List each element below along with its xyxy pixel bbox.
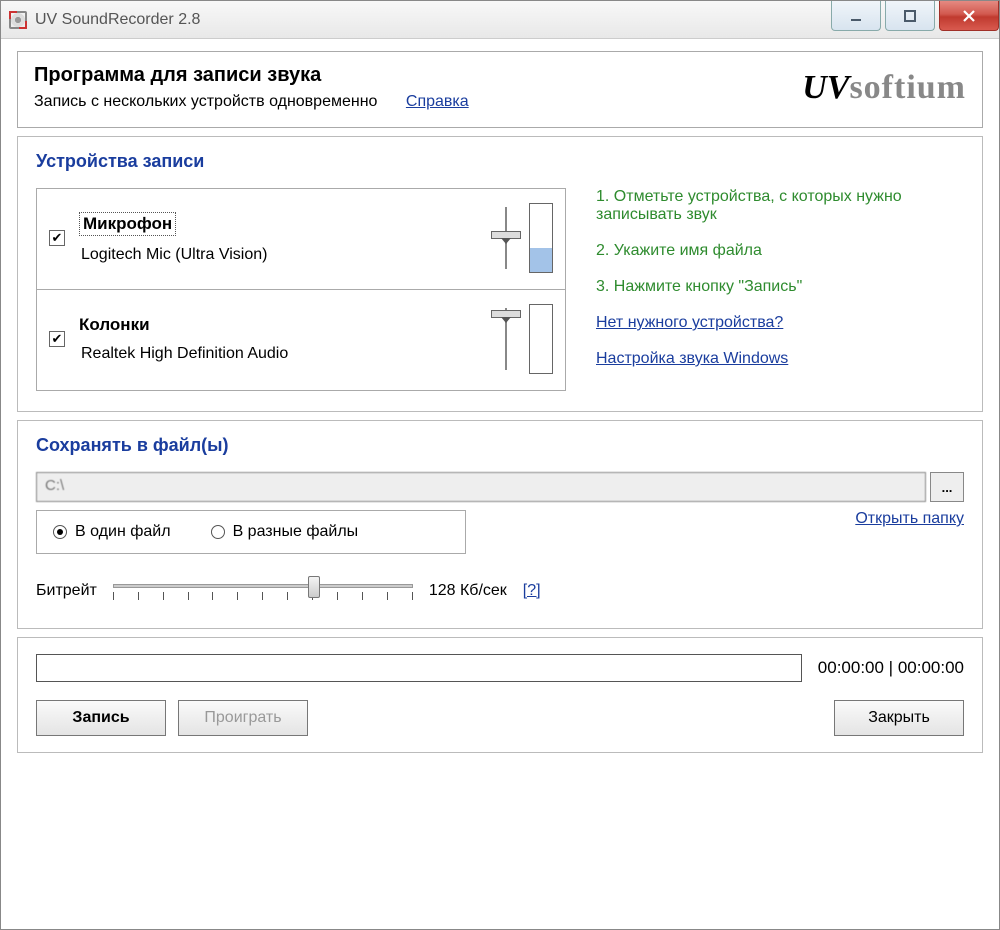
header-panel: Программа для записи звука Запись с неск… bbox=[17, 51, 983, 128]
device-name: Микрофон bbox=[79, 212, 176, 236]
brand-logo: UVsoftium bbox=[802, 69, 966, 107]
close-button[interactable] bbox=[939, 1, 999, 31]
hint-text: 3. Нажмите кнопку "Запись" bbox=[596, 278, 964, 296]
record-button[interactable]: Запись bbox=[36, 700, 166, 736]
timecode: 00:00:00 | 00:00:00 bbox=[818, 658, 964, 678]
file-mode-panel: В один файл В разные файлы bbox=[36, 510, 466, 554]
devices-title: Устройства записи bbox=[36, 151, 964, 172]
device-desc: Realtek High Definition Audio bbox=[81, 345, 491, 363]
bitrate-slider[interactable] bbox=[113, 574, 413, 608]
radio-dot-icon bbox=[53, 525, 67, 539]
bottom-panel: 00:00:00 | 00:00:00 Запись Проиграть Зак… bbox=[17, 637, 983, 753]
volume-slider[interactable] bbox=[491, 304, 521, 374]
progress-bar bbox=[36, 654, 802, 682]
titlebar[interactable]: UV SoundRecorder 2.8 bbox=[1, 1, 999, 39]
close-app-button[interactable]: Закрыть bbox=[834, 700, 964, 736]
play-button[interactable]: Проиграть bbox=[178, 700, 308, 736]
window-controls bbox=[827, 1, 999, 31]
help-link[interactable]: Справка bbox=[406, 93, 469, 110]
app-heading: Программа для записи звука bbox=[34, 64, 802, 87]
radio-label: В разные файлы bbox=[233, 523, 359, 541]
open-folder-link[interactable]: Открыть папку bbox=[855, 510, 964, 527]
radio-dot-icon bbox=[211, 525, 225, 539]
level-meter bbox=[529, 203, 553, 273]
save-title: Сохранять в файл(ы) bbox=[36, 435, 964, 456]
hint-text: 1. Отметьте устройства, с которых нужно … bbox=[596, 188, 964, 224]
bitrate-label: Битрейт bbox=[36, 582, 97, 600]
devices-section: Устройства записи ✔ Микрофон Logitech Mi… bbox=[17, 136, 983, 412]
app-subheading: Запись с нескольких устройств одновремен… bbox=[34, 93, 802, 111]
radio-multi-file[interactable]: В разные файлы bbox=[211, 523, 359, 541]
browse-button[interactable]: ... bbox=[930, 472, 964, 502]
volume-slider[interactable] bbox=[491, 203, 521, 273]
minimize-button[interactable] bbox=[831, 1, 881, 31]
bitrate-help-link[interactable]: [?] bbox=[523, 582, 541, 600]
bitrate-value: 128 Кб/сек bbox=[429, 582, 507, 600]
hints-panel: 1. Отметьте устройства, с которых нужно … bbox=[596, 188, 964, 391]
device-checkbox[interactable]: ✔ bbox=[49, 331, 65, 347]
brand-uv: UV bbox=[802, 69, 849, 106]
missing-device-link[interactable]: Нет нужного устройства? bbox=[596, 314, 783, 332]
save-section: Сохранять в файл(ы) C:\ ... В один файл … bbox=[17, 420, 983, 629]
windows-sound-settings-link[interactable]: Настройка звука Windows bbox=[596, 350, 788, 368]
device-row[interactable]: ✔ Микрофон Logitech Mic (Ultra Vision) bbox=[37, 189, 565, 290]
save-path-input[interactable]: C:\ bbox=[36, 472, 926, 502]
device-checkbox[interactable]: ✔ bbox=[49, 230, 65, 246]
app-icon bbox=[9, 11, 27, 29]
hint-text: 2. Укажите имя файла bbox=[596, 242, 964, 260]
device-list: ✔ Микрофон Logitech Mic (Ultra Vision) bbox=[36, 188, 566, 391]
radio-label: В один файл bbox=[75, 523, 171, 541]
brand-soft: softium bbox=[849, 69, 966, 106]
device-desc: Logitech Mic (Ultra Vision) bbox=[81, 246, 491, 264]
device-name: Колонки bbox=[79, 315, 491, 335]
level-meter bbox=[529, 304, 553, 374]
window-title: UV SoundRecorder 2.8 bbox=[35, 11, 200, 29]
maximize-button[interactable] bbox=[885, 1, 935, 31]
device-row[interactable]: ✔ Колонки Realtek High Definition Audio bbox=[37, 290, 565, 390]
subtitle-text: Запись с нескольких устройств одновремен… bbox=[34, 93, 377, 110]
app-window: UV SoundRecorder 2.8 Программа для запис… bbox=[0, 0, 1000, 930]
radio-single-file[interactable]: В один файл bbox=[53, 523, 171, 541]
